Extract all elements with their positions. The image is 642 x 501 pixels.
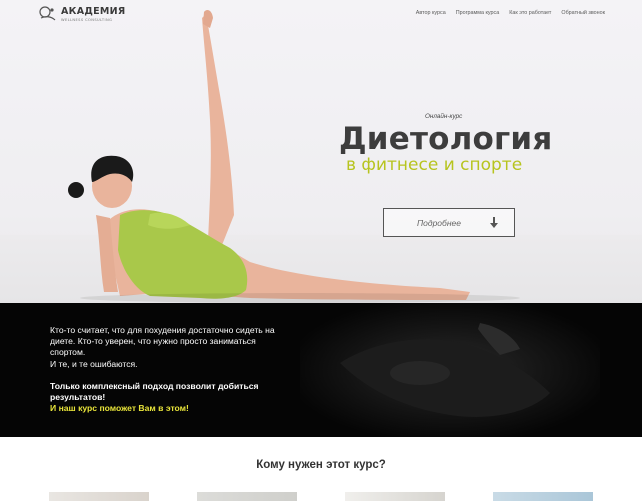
more-button[interactable]: Подробнее (383, 208, 515, 237)
nav-item-how-it-works[interactable]: Как это работает (509, 10, 551, 16)
intro-bold-text: Только комплексный подход позволит добит… (50, 381, 322, 403)
top-nav: Автор курса Программа курса Как это рабо… (416, 10, 605, 16)
intro-text: Кто-то считает, что для похудения достат… (50, 325, 322, 370)
hero-floor (0, 235, 642, 303)
audience-section: Кому нужен этот курс? (0, 437, 642, 501)
logo-figure-icon (37, 6, 59, 24)
hero-subtitle: в фитнесе и спорте (346, 155, 523, 175)
intro-section: Кто-то считает, что для похудения достат… (0, 303, 642, 437)
nav-item-author[interactable]: Автор курса (416, 10, 446, 16)
nav-item-program[interactable]: Программа курса (456, 10, 500, 16)
audience-card-image[interactable] (493, 492, 593, 501)
logo-subtitle: WELLNESS CONSULTING (61, 17, 113, 22)
audience-card-image[interactable] (49, 492, 149, 501)
intro-line: Кто-то считает, что для похудения достат… (50, 325, 275, 335)
intro-highlight: И наш курс поможет Вам в этом! (50, 403, 189, 413)
intro-line: И те, и те ошибаются. (50, 358, 138, 369)
more-button-label: Подробнее (417, 217, 461, 228)
intro-bold-line: результатов! (50, 392, 106, 402)
intro-line: диете. Кто-то уверен, что нужно просто з… (50, 336, 256, 347)
hero-title: Диетология (339, 121, 553, 157)
arrow-down-icon (490, 217, 498, 228)
hero-kicker: Онлайн-курс (425, 113, 463, 120)
intro-background-image (300, 303, 600, 437)
audience-card-image[interactable] (197, 492, 297, 501)
audience-title: Кому нужен этот курс? (256, 459, 386, 471)
site-logo[interactable]: АКАДЕМИЯ WELLNESS CONSULTING (37, 6, 126, 24)
intro-line: спортом. (50, 347, 86, 358)
hero-section: АКАДЕМИЯ WELLNESS CONSULTING Автор курса… (0, 0, 642, 303)
audience-card-image[interactable] (345, 492, 445, 501)
logo-title: АКАДЕМИЯ (61, 6, 126, 18)
intro-bold-line: Только комплексный подход позволит добит… (50, 381, 259, 391)
nav-item-callback[interactable]: Обратный звонок (561, 10, 605, 16)
